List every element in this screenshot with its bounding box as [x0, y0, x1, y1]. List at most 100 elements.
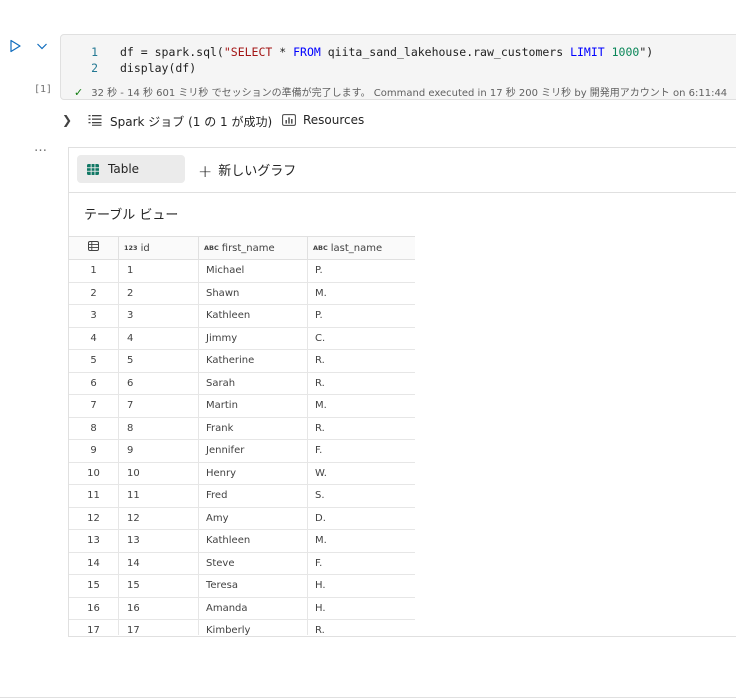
row-number-cell: 9 [69, 440, 119, 462]
table-row[interactable]: 13 13 Kathleen M. [69, 530, 415, 553]
table-cell[interactable]: D. [308, 508, 415, 530]
run-cell-button[interactable] [8, 39, 22, 53]
job-list-icon [88, 115, 102, 126]
table-cell[interactable]: Kathleen [199, 305, 308, 327]
table-cell[interactable]: Henry [199, 462, 308, 485]
table-cell[interactable]: M. [308, 395, 415, 417]
table-cell[interactable]: Michael [199, 260, 308, 282]
code-editor[interactable]: 1 df = spark.sql("SELECT * FROM qiita_san… [60, 44, 653, 76]
table-cell[interactable]: Amy [199, 507, 308, 530]
table-cell[interactable]: 15 [119, 575, 199, 597]
table-cell[interactable]: Katherine [199, 350, 308, 372]
table-cell[interactable]: H. [308, 575, 415, 597]
column-header-last-name[interactable]: ABC last_name [308, 237, 415, 260]
table-row[interactable]: 12 12 Amy D. [69, 507, 415, 530]
table-cell[interactable]: 3 [119, 305, 199, 327]
table-cell[interactable]: 16 [119, 597, 199, 620]
table-cell[interactable]: 6 [119, 372, 199, 395]
table-cell[interactable]: Teresa [199, 575, 308, 597]
table-row[interactable]: 17 17 Kimberly R. [69, 620, 415, 635]
table-cell[interactable]: W. [308, 463, 415, 485]
code-line[interactable]: 1 df = spark.sql("SELECT * FROM qiita_san… [60, 44, 653, 60]
select-all-cell[interactable] [69, 237, 119, 260]
code-line[interactable]: 2 display(df) [60, 60, 653, 76]
table-cell[interactable]: Martin [199, 395, 308, 417]
column-header-id[interactable]: 123 id [119, 237, 199, 260]
spark-jobs-toggle[interactable]: Spark ジョブ (1 の 1 が成功) [110, 113, 272, 130]
table-cell[interactable]: Shawn [199, 282, 308, 305]
table-cell[interactable]: 11 [119, 485, 199, 507]
new-chart-button[interactable]: + 新しいグラフ [198, 160, 296, 182]
collapse-cell-button[interactable] [35, 39, 49, 53]
row-number-cell: 10 [69, 462, 119, 485]
table-row[interactable]: 7 7 Martin M. [69, 395, 415, 418]
row-number-cell: 2 [69, 282, 119, 305]
table-cell[interactable]: 12 [119, 507, 199, 530]
table-cell[interactable]: Kathleen [199, 530, 308, 552]
row-number-cell: 5 [69, 350, 119, 372]
table-cell[interactable]: C. [308, 328, 415, 350]
table-cell[interactable]: Jennifer [199, 440, 308, 462]
table-row[interactable]: 3 3 Kathleen P. [69, 305, 415, 328]
table-cell[interactable]: 2 [119, 282, 199, 305]
divider [69, 192, 736, 193]
table-cell[interactable]: 1 [119, 260, 199, 282]
table-cell[interactable]: 13 [119, 530, 199, 552]
table-grid-icon [87, 164, 99, 175]
table-cell[interactable]: Frank [199, 417, 308, 440]
table-row[interactable]: 14 14 Steve F. [69, 552, 415, 575]
table-row[interactable]: 6 6 Sarah R. [69, 372, 415, 395]
table-cell[interactable]: R. [308, 418, 415, 440]
resources-icon [282, 114, 296, 126]
table-cell[interactable]: 7 [119, 395, 199, 417]
resources-link[interactable]: Resources [303, 113, 364, 127]
table-cell[interactable]: P. [308, 305, 415, 327]
table-cell[interactable]: R. [308, 373, 415, 395]
table-row[interactable]: 4 4 Jimmy C. [69, 327, 415, 350]
table-cell[interactable]: M. [308, 283, 415, 305]
table-row[interactable]: 8 8 Frank R. [69, 417, 415, 440]
table-cell[interactable]: Jimmy [199, 327, 308, 350]
row-number-cell: 13 [69, 530, 119, 552]
table-cell[interactable]: F. [308, 553, 415, 575]
table-cell[interactable]: 5 [119, 350, 199, 372]
table-row[interactable]: 9 9 Jennifer F. [69, 440, 415, 463]
table-cell[interactable]: 4 [119, 327, 199, 350]
table-cell[interactable]: 8 [119, 417, 199, 440]
table-row[interactable]: 10 10 Henry W. [69, 462, 415, 485]
chevron-right-icon[interactable]: ❯ [62, 113, 72, 127]
code-token: ") [639, 45, 654, 59]
table-row[interactable]: 1 1 Michael P. [69, 260, 415, 283]
table-cell[interactable]: Kimberly [199, 620, 308, 635]
table-cell[interactable]: 17 [119, 620, 199, 635]
code-token: FROM [293, 45, 328, 59]
table-row[interactable]: 5 5 Katherine R. [69, 350, 415, 373]
table-cell[interactable]: 9 [119, 440, 199, 462]
table-cell[interactable]: S. [308, 485, 415, 507]
table-cell[interactable]: Amanda [199, 597, 308, 620]
column-name: id [140, 243, 150, 254]
table-cell[interactable]: Sarah [199, 372, 308, 395]
table-row[interactable]: 2 2 Shawn M. [69, 282, 415, 305]
table-cell[interactable]: M. [308, 530, 415, 552]
row-number-cell: 7 [69, 395, 119, 417]
table-row[interactable]: 15 15 Teresa H. [69, 575, 415, 598]
code-token: "SELECT [223, 45, 280, 59]
code-token: df = spark.sql( [120, 45, 224, 59]
table-cell[interactable]: P. [308, 260, 415, 282]
table-view-title: テーブル ビュー [84, 208, 179, 223]
table-cell[interactable]: Fred [199, 485, 308, 507]
table-row[interactable]: 11 11 Fred S. [69, 485, 415, 508]
table-cell[interactable]: 10 [119, 462, 199, 485]
row-number-cell: 8 [69, 417, 119, 440]
table-row[interactable]: 16 16 Amanda H. [69, 597, 415, 620]
column-header-first-name[interactable]: ABC first_name [199, 237, 308, 260]
table-cell[interactable]: 14 [119, 552, 199, 575]
table-cell[interactable]: Steve [199, 552, 308, 575]
cell-output-more-button[interactable]: … [34, 140, 48, 155]
table-cell[interactable]: H. [308, 598, 415, 620]
table-cell[interactable]: R. [308, 620, 415, 635]
table-cell[interactable]: R. [308, 350, 415, 372]
row-number-cell: 14 [69, 552, 119, 575]
table-cell[interactable]: F. [308, 440, 415, 462]
